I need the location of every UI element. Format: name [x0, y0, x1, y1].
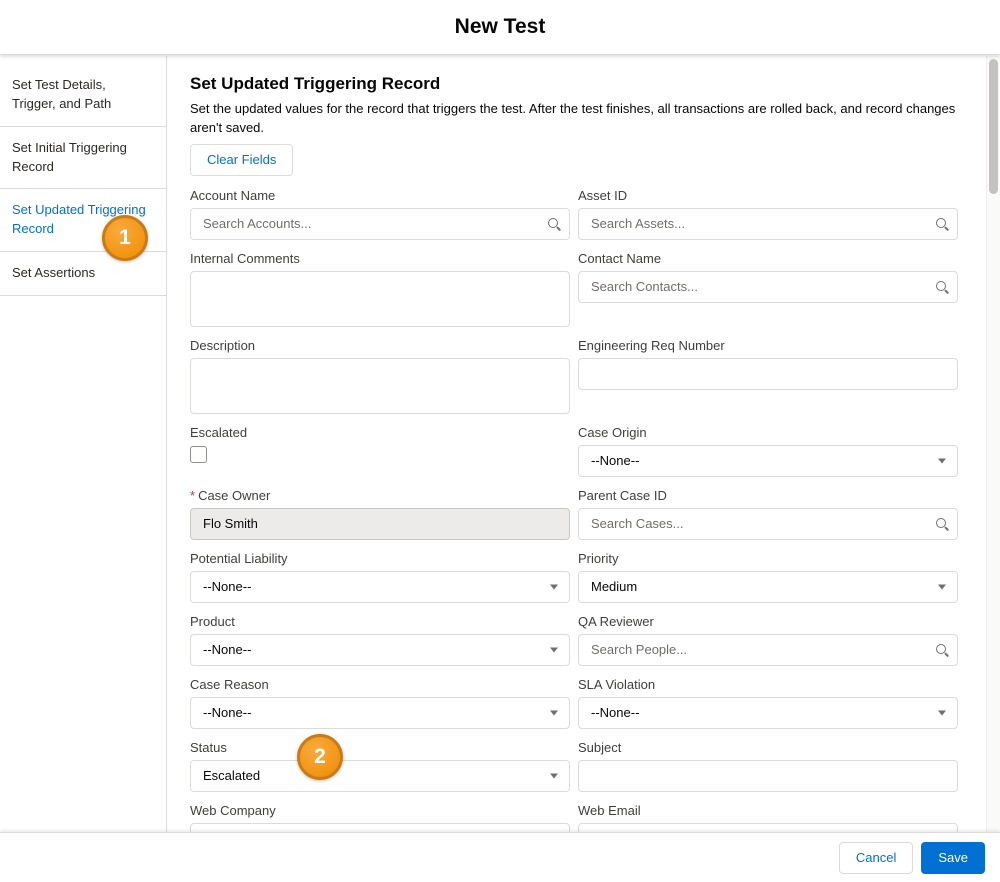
field-label: Subject [578, 739, 622, 755]
field-label: Contact Name [578, 250, 662, 266]
vertical-scrollbar[interactable] [986, 56, 1000, 832]
nav-item-label: Set Test Details, Trigger, and Path [12, 77, 112, 111]
status-select[interactable]: Escalated [190, 759, 570, 792]
qa-reviewer-search-input[interactable] [578, 633, 958, 666]
field-contact-name: Contact Name [578, 251, 958, 327]
field-label: Engineering Req Number [578, 337, 725, 353]
search-icon [935, 643, 949, 657]
sla-violation-select[interactable]: --None-- [578, 696, 958, 729]
field-label: * Case Owner [190, 487, 271, 503]
field-escalated: Escalated [190, 425, 570, 477]
select-value: Medium [591, 579, 638, 595]
nav-item-set-test-details[interactable]: Set Test Details, Trigger, and Path [0, 64, 166, 127]
chevron-down-icon [550, 773, 558, 779]
field-sla-violation: SLA Violation --None-- [578, 677, 958, 729]
nav-item-label: Set Assertions [12, 265, 96, 281]
search-icon [935, 217, 949, 231]
nav-item-set-initial-triggering-record[interactable]: Set Initial Triggering Record [0, 127, 166, 190]
wizard-nav: Set Test Details, Trigger, and Path Set … [0, 56, 167, 882]
page-title: New Test [454, 15, 546, 38]
field-label: Account Name [190, 187, 276, 203]
field-label: Product [190, 613, 235, 629]
priority-select[interactable]: Medium [578, 570, 958, 603]
new-test-modal: New Test Set Test Details, Trigger, and … [0, 0, 1000, 882]
field-label: Web Company [190, 802, 276, 818]
search-icon [935, 517, 949, 531]
field-label: SLA Violation [578, 676, 656, 692]
chevron-down-icon [938, 584, 946, 590]
field-label: Description [190, 337, 256, 353]
field-case-owner: * Case Owner [190, 488, 570, 540]
section-heading: Set Updated Triggering Record [190, 74, 441, 93]
field-subject: Subject [578, 740, 958, 792]
chevron-down-icon [550, 710, 558, 716]
field-label: Escalated [190, 424, 248, 440]
field-status: Status Escalated [190, 740, 570, 792]
nav-item-set-assertions[interactable]: Set Assertions [0, 252, 166, 296]
field-asset-id: Asset ID [578, 188, 958, 240]
field-label: Priority [578, 550, 619, 566]
case-reason-select[interactable]: --None-- [190, 696, 570, 729]
select-value: Escalated [203, 768, 261, 784]
field-label: Case Reason [190, 676, 269, 692]
main-content: Set Updated Triggering Record Set the up… [167, 56, 986, 882]
chevron-down-icon [550, 584, 558, 590]
field-qa-reviewer: QA Reviewer [578, 614, 958, 666]
section-description: Set the updated values for the record th… [190, 101, 956, 135]
field-engineering-req-number: Engineering Req Number [578, 338, 958, 414]
case-origin-select[interactable]: --None-- [578, 444, 958, 477]
modal-header: New Test [0, 0, 1000, 55]
save-button[interactable]: Save [921, 841, 985, 874]
subject-input[interactable] [578, 759, 958, 792]
field-case-reason: Case Reason --None-- [190, 677, 570, 729]
search-icon [547, 217, 561, 231]
chevron-down-icon [938, 710, 946, 716]
field-label: Internal Comments [190, 250, 300, 266]
field-parent-case-id: Parent Case ID [578, 488, 958, 540]
clear-fields-button[interactable]: Clear Fields [190, 143, 294, 176]
internal-comments-textarea[interactable] [190, 270, 570, 327]
field-label: QA Reviewer [578, 613, 654, 629]
field-potential-liability: Potential Liability --None-- [190, 551, 570, 603]
product-select[interactable]: --None-- [190, 633, 570, 666]
annotation-badge-2: 2 [297, 734, 343, 780]
field-label: Status [190, 739, 227, 755]
field-label: Asset ID [578, 187, 628, 203]
required-marker: * [190, 487, 196, 503]
search-icon [935, 280, 949, 294]
potential-liability-select[interactable]: --None-- [190, 570, 570, 603]
select-value: --None-- [203, 705, 252, 721]
chevron-down-icon [938, 458, 946, 464]
annotation-badge-1: 1 [102, 215, 148, 261]
nav-item-label: Set Initial Triggering Record [12, 139, 127, 174]
field-account-name: Account Name [190, 188, 570, 240]
case-owner-input[interactable] [190, 507, 570, 540]
parent-case-id-search-input[interactable] [578, 507, 958, 540]
field-label: Parent Case ID [578, 487, 667, 503]
select-value: --None-- [203, 642, 252, 658]
field-description: Description [190, 338, 570, 414]
field-internal-comments: Internal Comments [190, 251, 570, 327]
modal-footer: Cancel Save [0, 832, 1000, 882]
asset-id-search-input[interactable] [578, 207, 958, 240]
select-value: --None-- [591, 453, 640, 469]
field-label: Case Origin [578, 424, 647, 440]
contact-name-search-input[interactable] [578, 270, 958, 303]
scrollbar-thumb[interactable] [989, 59, 998, 194]
cancel-button[interactable]: Cancel [838, 841, 914, 874]
field-label: Web Email [578, 802, 641, 818]
field-priority: Priority Medium [578, 551, 958, 603]
escalated-checkbox[interactable] [190, 445, 207, 463]
account-name-search-input[interactable] [190, 207, 570, 240]
engineering-req-number-input[interactable] [578, 357, 958, 390]
field-label: Potential Liability [190, 550, 288, 566]
select-value: --None-- [203, 579, 252, 595]
chevron-down-icon [550, 647, 558, 653]
field-product: Product --None-- [190, 614, 570, 666]
select-value: --None-- [591, 705, 640, 721]
field-case-origin: Case Origin --None-- [578, 425, 958, 477]
description-textarea[interactable] [190, 357, 570, 414]
modal-body: Set Test Details, Trigger, and Path Set … [0, 56, 986, 882]
